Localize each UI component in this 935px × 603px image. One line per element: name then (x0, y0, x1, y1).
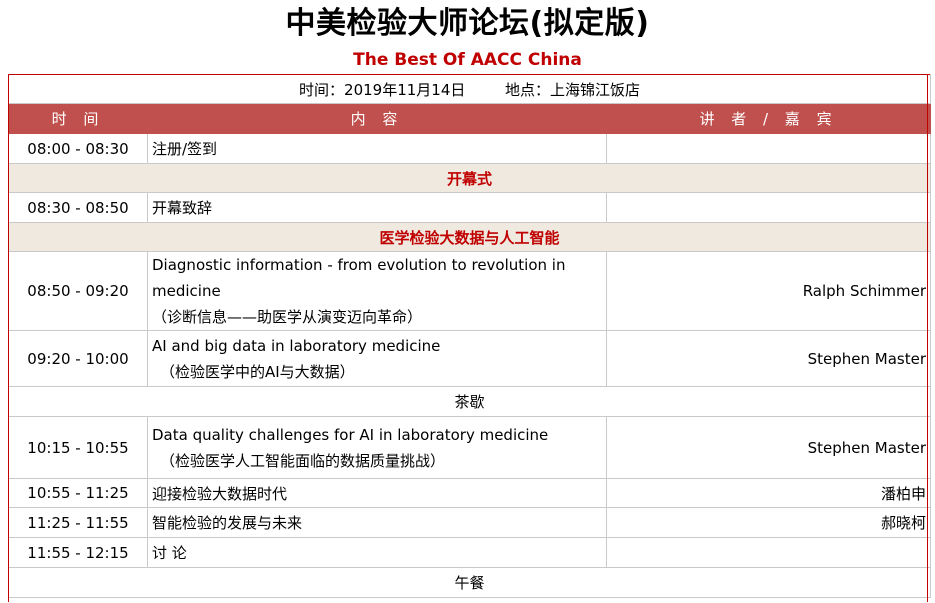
speaker-cell: Stephen Master (605, 416, 932, 479)
time-cell: 08:00 - 08:30 (8, 133, 148, 164)
section-row: 医学检验大数据与人工智能 (7, 222, 932, 252)
speaker-cell: 郝晓柯 (605, 507, 932, 538)
table-row: 11:25 - 11:55 智能检验的发展与未来 郝晓柯 (8, 507, 932, 538)
speaker-cell (605, 133, 932, 164)
table-row: 10:55 - 11:25 迎接检验大数据时代 潘柏申 (8, 478, 932, 508)
topic-chinese: （检验医学人工智能面临的数据质量挑战） (160, 451, 446, 470)
topic-english: Diagnostic information - from evolution … (152, 256, 566, 300)
time-cell: 10:15 - 10:55 (8, 416, 148, 479)
time-cell: 09:20 - 10:00 (8, 330, 148, 387)
section-row: 开幕式 (7, 163, 932, 193)
topic-cell: AI and big data in laboratory medicine （… (147, 330, 607, 387)
table-row: 08:30 - 08:50 开幕致辞 (8, 192, 932, 223)
table-row: 10:15 - 10:55 Data quality challenges fo… (8, 416, 932, 479)
section-title: 开幕式 (7, 163, 932, 193)
time-cell: 08:50 - 09:20 (8, 251, 148, 331)
break-title: 茶歇 (7, 386, 932, 417)
topic-cell: 迎接检验大数据时代 (147, 478, 607, 508)
event-date: 时间：2019年11月14日 (299, 80, 466, 99)
topic-chinese: （检验医学中的AI与大数据） (160, 362, 355, 381)
topic-chinese: （诊断信息——助医学从演变迈向革命） (152, 308, 423, 326)
speaker-cell: Stephen Master (605, 330, 932, 387)
speaker-cell (605, 537, 932, 568)
table-row: 08:50 - 09:20 Diagnostic information - f… (8, 251, 932, 331)
table-row: 09:20 - 10:00 AI and big data in laborat… (8, 330, 932, 387)
page-subtitle: The Best Of AACC China (353, 50, 582, 70)
speaker-cell (605, 192, 932, 223)
topic-english: Data quality challenges for AI in labora… (152, 425, 549, 444)
break-row: 茶歇 (7, 386, 932, 417)
agenda-table: 时间：2019年11月14日 地点：上海锦江饭店 时 间 内 容 讲 者 / 嘉… (7, 74, 932, 598)
header-row: 时 间 内 容 讲 者 / 嘉 宾 (8, 103, 932, 134)
topic-cell: 开幕致辞 (147, 192, 607, 223)
info-row: 时间：2019年11月14日 地点：上海锦江饭店 (7, 74, 932, 104)
time-cell: 11:55 - 12:15 (8, 537, 148, 568)
topic-cell: 智能检验的发展与未来 (147, 507, 607, 538)
speaker-cell: Ralph Schimmer (605, 251, 932, 331)
topic-cell: 讨 论 (147, 537, 607, 568)
break-row: 午餐 (7, 567, 932, 598)
topic-english: AI and big data in laboratory medicine (152, 336, 441, 355)
table-row: 08:00 - 08:30 注册/签到 (8, 133, 932, 164)
column-header-time: 时 间 (8, 103, 148, 134)
topic-cell: 注册/签到 (147, 133, 607, 164)
time-cell: 10:55 - 11:25 (8, 478, 148, 508)
event-venue: 地点：上海锦江饭店 (504, 80, 640, 99)
topic-cell: Diagnostic information - from evolution … (147, 251, 607, 331)
section-title: 医学检验大数据与人工智能 (7, 222, 932, 252)
topic-cell: Data quality challenges for AI in labora… (147, 416, 607, 479)
column-header-content: 内 容 (147, 103, 607, 134)
speaker-cell: 潘柏申 (605, 478, 932, 508)
info-cell: 时间：2019年11月14日 地点：上海锦江饭店 (7, 74, 932, 104)
time-cell: 11:25 - 11:55 (8, 507, 148, 538)
column-header-speaker: 讲 者 / 嘉 宾 (605, 103, 932, 134)
time-cell: 08:30 - 08:50 (8, 192, 148, 223)
table-row: 11:55 - 12:15 讨 论 (8, 537, 932, 568)
page-title: 中美检验大师论坛(拟定版) (285, 6, 650, 41)
break-title: 午餐 (7, 567, 932, 598)
